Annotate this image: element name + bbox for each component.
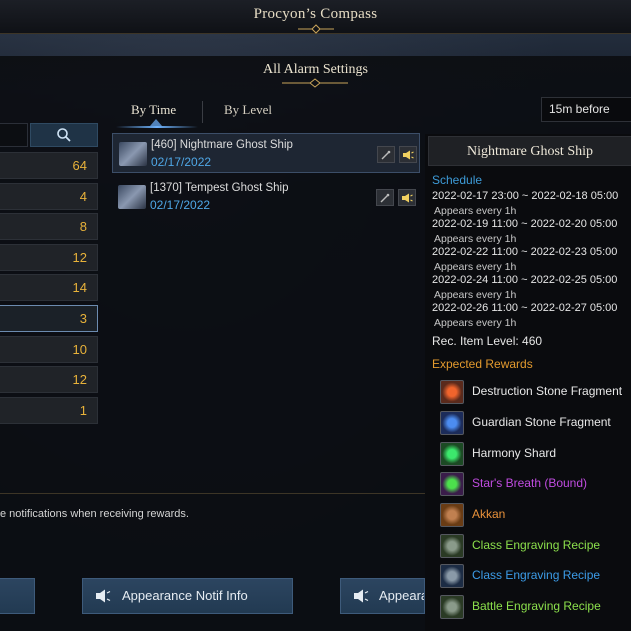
category-row[interactable]: 12	[0, 366, 98, 393]
entry-name: [1370] Tempest Ghost Ship	[150, 182, 289, 194]
ghost-ship-icon	[118, 185, 146, 209]
engraving-recipe-icon	[440, 595, 464, 619]
dialog-title: All Alarm Settings	[263, 62, 368, 77]
alarm-entry-selected[interactable]: [460] Nightmare Ghost Ship 02/17/2022	[112, 133, 420, 173]
schedule-note: Appears every 1h	[434, 289, 517, 301]
pin-icon	[381, 150, 391, 159]
stars-breath-icon	[440, 472, 464, 496]
search-icon	[57, 128, 71, 142]
category-row[interactable]: 12	[0, 244, 98, 271]
footer-divider	[0, 493, 425, 494]
title-ornament-icon	[298, 24, 334, 34]
tab-divider	[202, 101, 203, 123]
reward-name: Harmony Shard	[472, 446, 557, 460]
reward-item[interactable]: Guardian Stone Fragment	[432, 409, 631, 437]
reward-name: Class Engraving Recipe	[472, 568, 601, 582]
schedule-range: 2022-02-17 23:00 ~ 2022-02-18 05:00	[432, 190, 619, 202]
schedule-note: Appears every 1h	[434, 233, 517, 245]
schedule-range: 2022-02-24 11:00 ~ 2022-02-25 05:00	[432, 274, 618, 286]
expected-rewards-label: Expected Rewards	[432, 357, 533, 371]
ghost-ship-icon	[119, 142, 147, 166]
reward-item[interactable]: Class Engraving Recipe	[432, 562, 631, 590]
harmony-shard-icon	[440, 442, 464, 466]
reward-item[interactable]: Destruction Stone Fragment	[432, 378, 631, 406]
engraving-recipe-icon	[440, 564, 464, 588]
guardian-stone-icon	[440, 411, 464, 435]
schedule-range: 2022-02-26 11:00 ~ 2022-02-27 05:00	[432, 302, 618, 314]
reward-name: Akkan	[472, 507, 506, 521]
reward-name: Destruction Stone Fragment	[472, 384, 623, 398]
megaphone-icon	[402, 193, 413, 202]
category-row[interactable]: 4	[0, 183, 98, 210]
schedule-note: Appears every 1h	[434, 261, 517, 273]
megaphone-icon	[354, 589, 369, 603]
reward-name: Battle Engraving Recipe	[472, 599, 601, 613]
button-label: Appeara	[379, 588, 425, 603]
schedule-note: Appears every 1h	[434, 317, 517, 329]
reward-name: Guardian Stone Fragment	[472, 415, 611, 429]
search-button[interactable]	[30, 123, 98, 147]
destruction-stone-icon	[440, 380, 464, 404]
schedule-range: 2022-02-19 11:00 ~ 2022-02-20 05:00	[432, 218, 618, 230]
left-partial-button[interactable]	[0, 578, 35, 614]
window-title: Procyon’s Compass	[253, 6, 378, 22]
button-label: Appearance Notif Info	[122, 588, 248, 603]
reward-item[interactable]: Battle Engraving Recipe	[432, 593, 631, 621]
schedule-note: Appears every 1h	[434, 205, 517, 217]
category-row-selected[interactable]: 3	[0, 305, 98, 332]
reward-item[interactable]: Akkan	[432, 501, 631, 529]
alarm-entry[interactable]: [1370] Tempest Ghost Ship 02/17/2022	[112, 177, 420, 217]
reward-item[interactable]: Harmony Shard	[432, 440, 631, 468]
category-row[interactable]: 10	[0, 336, 98, 363]
pin-button[interactable]	[376, 189, 394, 206]
search-input[interactable]	[0, 123, 28, 147]
schedule-range: 2022-02-22 11:00 ~ 2022-02-23 05:00	[432, 246, 618, 258]
engraving-recipe-icon	[440, 534, 464, 558]
schedule-label: Schedule	[432, 173, 483, 187]
recommended-item-level: Rec. Item Level: 460	[432, 334, 543, 348]
category-row[interactable]: 8	[0, 213, 98, 240]
alarm-toggle-button[interactable]	[398, 189, 416, 206]
reward-item[interactable]: Class Engraving Recipe	[432, 532, 631, 560]
tab-by-time[interactable]: By Time	[131, 102, 176, 118]
reward-name: Star's Breath (Bound)	[472, 476, 588, 490]
dialog-ornament-icon	[282, 78, 348, 88]
entry-date: 02/17/2022	[151, 155, 212, 169]
category-row[interactable]: 64	[0, 152, 98, 179]
category-row[interactable]: 14	[0, 274, 98, 301]
megaphone-icon	[96, 589, 111, 603]
reward-item[interactable]: Star's Breath (Bound)	[432, 470, 631, 498]
alarm-toggle-button[interactable]	[399, 146, 417, 163]
notify-before-dropdown[interactable]: 15m before	[541, 97, 631, 122]
megaphone-icon	[403, 150, 414, 159]
appearance-partial-button[interactable]: Appeara	[340, 578, 425, 614]
detail-title: Nightmare Ghost Ship	[428, 136, 631, 166]
entry-date: 02/17/2022	[150, 198, 211, 212]
card-icon	[440, 503, 464, 527]
reward-name: Class Engraving Recipe	[472, 538, 601, 552]
category-row[interactable]: 1	[0, 397, 98, 424]
tab-by-level[interactable]: By Level	[224, 102, 272, 118]
pin-button[interactable]	[377, 146, 395, 163]
appearance-notif-info-button[interactable]: Appearance Notif Info	[82, 578, 293, 614]
entry-name: [460] Nightmare Ghost Ship	[151, 139, 293, 151]
pin-icon	[380, 193, 390, 202]
footer-note: e notifications when receiving rewards.	[0, 508, 189, 520]
active-tab-marker-icon	[150, 119, 162, 126]
